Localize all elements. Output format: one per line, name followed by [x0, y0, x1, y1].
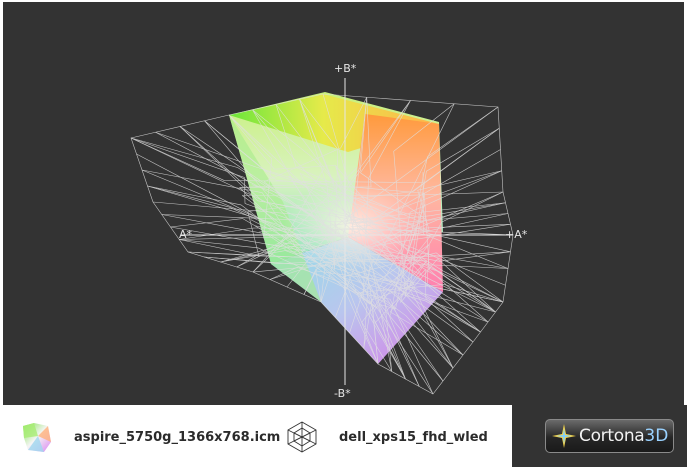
axis-label-plus-b: +B*	[334, 62, 357, 75]
cortona-brand-name: Cortona	[579, 426, 645, 446]
cortona-star-icon	[552, 424, 576, 448]
legend-label-aspire: aspire_5750g_1366x768.icm	[74, 429, 281, 445]
axis-label-minus-b: -B*	[334, 387, 351, 400]
legend-bar: aspire_5750g_1366x768.icm dell_xps15_fhd…	[0, 405, 512, 467]
axis-label-minus-a: A*	[179, 228, 193, 241]
gamut-3d-viewport[interactable]: +B* -B* +A* A*	[3, 2, 684, 405]
legend-item-dell[interactable]: dell_xps15_fhd_wled	[285, 417, 488, 457]
axis-label-plus-a: +A*	[505, 228, 528, 241]
wireframe-gamut-icon	[287, 421, 317, 453]
legend-label-dell: dell_xps15_fhd_wled	[339, 429, 488, 445]
cortona-brand-suffix: 3D	[644, 426, 669, 446]
color-gamut-solid-icon	[23, 423, 51, 452]
legend-item-aspire[interactable]: aspire_5750g_1366x768.icm	[20, 417, 280, 457]
cortona3d-logo-button[interactable]: Cortona 3D	[545, 419, 674, 453]
